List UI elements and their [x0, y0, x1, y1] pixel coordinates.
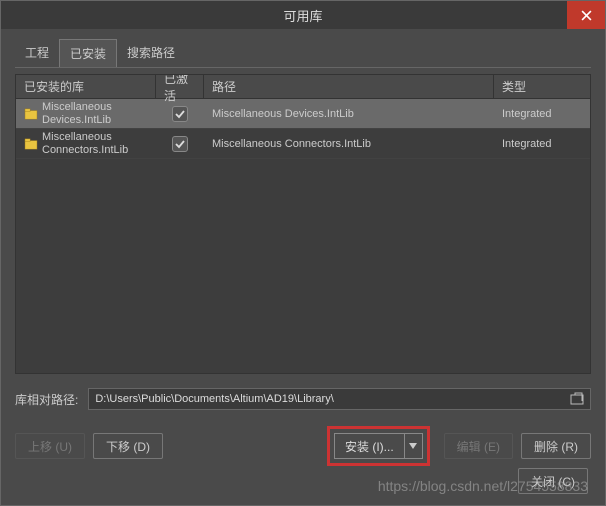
move-up-button: 上移 (U): [15, 433, 85, 459]
cell-path: Miscellaneous Devices.IntLib: [204, 99, 494, 128]
col-header-name[interactable]: 已安装的库: [16, 75, 156, 98]
browse-icon[interactable]: [570, 392, 584, 406]
move-down-button[interactable]: 下移 (D): [93, 433, 163, 459]
library-table: 已安装的库 已激活 路径 类型 Miscellaneous Devices.In…: [15, 74, 591, 374]
delete-button[interactable]: 删除 (R): [521, 433, 591, 459]
col-header-path[interactable]: 路径: [204, 75, 494, 98]
path-label: 库相对路径:: [15, 391, 78, 408]
table-row[interactable]: Miscellaneous Connectors.IntLib Miscella…: [16, 129, 590, 159]
chevron-down-icon: [409, 443, 417, 449]
lib-name: Miscellaneous Connectors.IntLib: [42, 131, 148, 155]
table-header: 已安装的库 已激活 路径 类型: [16, 75, 590, 99]
cell-active[interactable]: [156, 129, 204, 158]
dialog-title: 可用库: [283, 6, 322, 25]
install-dropdown[interactable]: [405, 433, 423, 459]
footer: 关闭 (C): [510, 462, 596, 500]
install-button[interactable]: 安装 (I)...: [334, 433, 405, 459]
cell-type: Integrated: [494, 99, 590, 128]
cell-name: Miscellaneous Devices.IntLib: [16, 99, 156, 128]
tab-project[interactable]: 工程: [15, 39, 59, 67]
install-highlight: 安装 (I)...: [327, 426, 430, 466]
tab-installed[interactable]: 已安装: [59, 39, 117, 67]
lib-name: Miscellaneous Devices.IntLib: [42, 101, 148, 125]
cell-active[interactable]: [156, 99, 204, 128]
cell-type: Integrated: [494, 129, 590, 158]
path-input[interactable]: D:\Users\Public\Documents\Altium\AD19\Li…: [88, 388, 591, 410]
close-button[interactable]: 关闭 (C): [518, 468, 588, 494]
dialog-content: 工程 已安装 搜索路径 已安装的库 已激活 路径 类型 Miscellaneou…: [1, 29, 605, 476]
cell-path: Miscellaneous Connectors.IntLib: [204, 129, 494, 158]
col-header-type[interactable]: 类型: [494, 75, 590, 98]
button-row: 上移 (U) 下移 (D) 安装 (I)... 编辑 (E) 删除 (R): [15, 426, 591, 466]
dialog-window: 可用库 工程 已安装 搜索路径 已安装的库 已激活 路径 类型 Miscella…: [0, 0, 606, 506]
library-icon: [24, 108, 38, 120]
titlebar: 可用库: [1, 1, 605, 29]
cell-name: Miscellaneous Connectors.IntLib: [16, 129, 156, 158]
path-value: D:\Users\Public\Documents\Altium\AD19\Li…: [95, 393, 333, 405]
checkbox-icon[interactable]: [172, 106, 188, 122]
table-row[interactable]: Miscellaneous Devices.IntLib Miscellaneo…: [16, 99, 590, 129]
checkbox-icon[interactable]: [172, 136, 188, 152]
close-icon[interactable]: [567, 1, 605, 29]
path-row: 库相对路径: D:\Users\Public\Documents\Altium\…: [15, 388, 591, 410]
tabs: 工程 已安装 搜索路径: [15, 39, 591, 68]
tab-searchpath[interactable]: 搜索路径: [117, 39, 185, 67]
col-header-active[interactable]: 已激活: [156, 75, 204, 98]
edit-button: 编辑 (E): [444, 433, 513, 459]
library-icon: [24, 138, 38, 150]
